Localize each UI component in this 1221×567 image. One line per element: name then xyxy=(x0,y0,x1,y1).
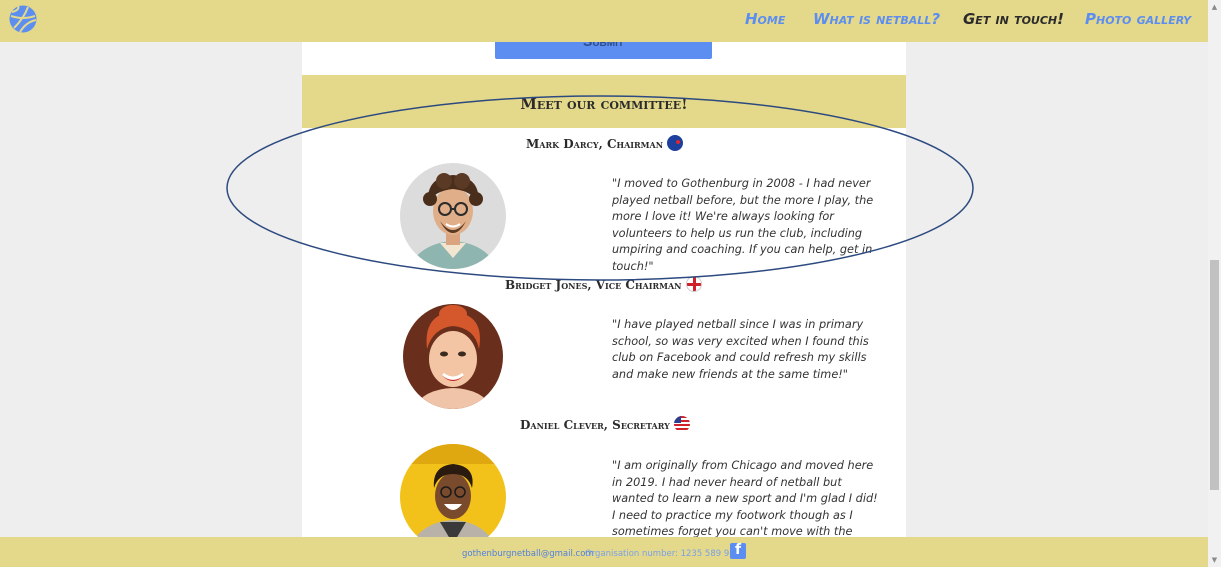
member-name-text: Mark Darcy, Chairman xyxy=(526,137,664,151)
daniel-clever-photo xyxy=(400,444,506,550)
navbar: Home What is netball? Get in touch! Phot… xyxy=(0,0,1208,42)
footer-email-link[interactable]: gothenburgnetball@gmail.com xyxy=(462,549,594,559)
new-zealand-flag-icon xyxy=(667,135,684,151)
scroll-up-icon[interactable]: ▲ xyxy=(1208,0,1221,14)
bridget-jones-photo xyxy=(403,304,503,409)
nav-what-is-netball-link[interactable]: What is netball? xyxy=(813,10,940,28)
uk-flag-icon xyxy=(685,276,702,292)
member-quote-bridget-jones: "I have played netball since I was in pr… xyxy=(612,318,869,381)
committee-header: Meet our committee! xyxy=(302,75,906,128)
member-name-text: Bridget Jones, Vice Chairman xyxy=(505,278,682,292)
scroll-thumb[interactable] xyxy=(1210,260,1219,490)
member-name-mark-darcy: Mark Darcy, Chairman xyxy=(526,135,684,151)
committee-title: Meet our committee! xyxy=(520,95,688,113)
scrollbar[interactable]: ▲ ▼ xyxy=(1208,0,1221,567)
scroll-down-icon[interactable]: ▼ xyxy=(1208,553,1221,567)
footer: gothenburgnetball@gmail.com Organisation… xyxy=(0,537,1208,567)
nav-photo-gallery-link[interactable]: Photo gallery xyxy=(1085,10,1191,28)
nav-home-link[interactable]: Home xyxy=(745,10,785,28)
nav-get-in-touch-link[interactable]: Get in touch! xyxy=(963,10,1064,28)
facebook-icon[interactable]: f xyxy=(730,542,746,559)
mark-darcy-photo xyxy=(400,163,506,269)
netball-icon[interactable] xyxy=(8,4,38,34)
member-name-bridget-jones: Bridget Jones, Vice Chairman xyxy=(505,276,702,292)
us-flag-icon xyxy=(673,416,690,432)
member-quote-mark-darcy: "I moved to Gothenburg in 2008 - I had n… xyxy=(612,177,874,273)
footer-org-number: Organisation number: 1235 589 987 xyxy=(585,549,741,559)
member-name-daniel-clever: Daniel Clever, Secretary xyxy=(520,416,690,432)
member-name-text: Daniel Clever, Secretary xyxy=(520,418,670,432)
